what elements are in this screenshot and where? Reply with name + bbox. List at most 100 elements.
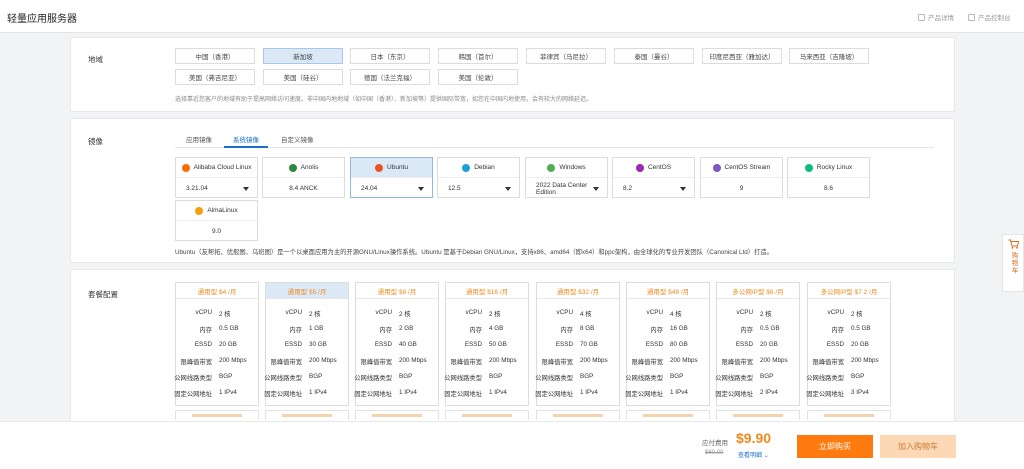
plan-title-partial xyxy=(553,414,603,417)
plan-card[interactable]: 通用型 $16 /月 vCPU 2 核内存 4 GB ESSD 50 GB 限峰值带宽 200… xyxy=(444,282,529,406)
image-version: 8.4 ANCK xyxy=(263,179,344,198)
total-price: $9.90 xyxy=(736,430,772,446)
image-name: Windows xyxy=(559,164,586,171)
region-option[interactable]: 马来西亚（吉隆坡） xyxy=(789,48,869,64)
plan-card[interactable]: 通用型 $48 /月 vCPU 4 核内存 16 GB ESSD 80 GB 限峰值带宽 20… xyxy=(625,282,710,406)
plan-card[interactable]: 通用型 $32 /月 vCPU 4 核内存 8 GB ESSD 70 GB 限峰值带宽 200… xyxy=(535,282,620,406)
plan-title-partial xyxy=(643,414,693,417)
plan-title: 通用型 $8 /月 xyxy=(356,283,438,299)
region-option[interactable]: 美国（弗吉尼亚） xyxy=(175,69,255,85)
caret-down-icon xyxy=(680,186,686,191)
image-card[interactable]: AlmaLinux 9.0 xyxy=(175,200,258,241)
plan-spec-value: 2 核 xyxy=(489,311,501,318)
image-version-value: 9.0 xyxy=(211,228,222,235)
plan-spec-value: 50 GB xyxy=(489,341,507,348)
view-details-link[interactable]: 查看明细 ⌄ xyxy=(738,450,769,459)
image-version-value: 12.5 xyxy=(448,185,461,192)
image-name: CentOS Stream xyxy=(724,164,771,171)
plan-card[interactable]: 多公网IP型 $7.2 /月 vCPU 2 核内存 0.5 GB ESSD 20 GB 限峰… xyxy=(806,282,891,406)
image-name: Alibaba Cloud Linux xyxy=(193,164,252,171)
plan-spec-key: 限峰值带宽 xyxy=(541,359,573,366)
plan-spec-key: 内存 xyxy=(379,327,392,334)
plan-card-partial[interactable] xyxy=(175,410,259,420)
region-option[interactable]: 泰国（曼谷） xyxy=(614,48,694,64)
plan-spec-value: 0.5 GB xyxy=(851,325,871,332)
image-name-row: Anolis xyxy=(263,158,344,178)
plan-spec-value: 1 IPv4 xyxy=(489,389,507,396)
image-card[interactable]: CentOS 8.2 xyxy=(612,157,695,198)
image-version-select[interactable]: 12.5 xyxy=(438,179,519,198)
plan-spec-value: 0.5 GB xyxy=(760,325,780,332)
plan-panel: 套餐配置 通用型 $4 /月 vCPU 2 核内存 0.5 GB ESSD 20 GB 限峰… xyxy=(70,269,955,429)
region-option[interactable]: 韩国（首尔） xyxy=(438,48,518,64)
plan-card[interactable]: 通用型 $8 /月 vCPU 2 核内存 2 GB ESSD 40 GB 限峰值带宽 200 … xyxy=(354,282,439,406)
plan-card-partial[interactable] xyxy=(807,410,891,420)
plan-spec-key: vCPU xyxy=(195,309,212,316)
plan-spec-value: 2 核 xyxy=(399,311,411,318)
plan-card[interactable]: 通用型 $4 /月 vCPU 2 核内存 0.5 GB ESSD 20 GB 限峰值带宽 20… xyxy=(174,282,259,406)
plan-spec-key: 内存 xyxy=(560,327,573,334)
plan-card[interactable]: 多公网IP型 $6 /月 vCPU 2 核内存 0.5 GB ESSD 20 GB 限峰值带… xyxy=(715,282,800,406)
region-option[interactable]: 美国（伦敦） xyxy=(438,69,518,85)
anolis-logo-icon xyxy=(288,163,297,172)
plan-card-partial[interactable] xyxy=(355,410,439,420)
plan-spec-value: 4 GB xyxy=(489,325,504,332)
plan-spec-key: ESSD xyxy=(194,341,212,348)
region-option[interactable]: 印度尼西亚（雅加达） xyxy=(702,48,782,64)
plan-card-partial[interactable] xyxy=(445,410,529,420)
plan-spec-value: 2 核 xyxy=(851,311,863,318)
plan-spec-value: 2 IPv4 xyxy=(760,389,778,396)
buy-now-button[interactable]: 立即购买 xyxy=(797,435,873,458)
image-card[interactable]: CentOS Stream 9 xyxy=(700,157,783,198)
centos-logo-icon xyxy=(635,163,644,172)
active-tab-indicator xyxy=(224,146,268,148)
plan-card-partial[interactable] xyxy=(716,410,800,420)
plan-card[interactable]: 通用型 $5 /月 vCPU 2 核内存 1 GB ESSD 30 GB 限峰值带宽 200 … xyxy=(264,282,349,406)
plan-spec-value: 200 Mbps xyxy=(489,357,517,364)
region-option[interactable]: 中国（香港） xyxy=(175,48,255,64)
region-option[interactable]: 日本（东京） xyxy=(350,48,430,64)
plan-spec-value: BGP xyxy=(309,373,323,380)
image-version-select[interactable]: 24.04 xyxy=(351,179,432,198)
image-version-value: 8.6 xyxy=(823,185,834,192)
plan-spec-key: ESSD xyxy=(645,341,663,348)
region-option[interactable]: 美国（硅谷） xyxy=(263,69,343,85)
plan-spec-value: 2 GB xyxy=(399,325,414,332)
image-name-row: Windows xyxy=(526,158,607,178)
region-option[interactable]: 新加坡 xyxy=(263,48,343,64)
plan-card-partial[interactable] xyxy=(265,410,349,420)
plan-spec-key: 内存 xyxy=(289,327,302,334)
region-option[interactable]: 菲律宾（马尼拉） xyxy=(526,48,606,64)
image-card[interactable]: Windows 2022 Data Center Edition xyxy=(525,157,608,198)
image-card[interactable]: Anolis 8.4 ANCK xyxy=(262,157,345,198)
product-details-link[interactable]: 产品详情 xyxy=(918,12,954,22)
image-name: AlmaLinux xyxy=(207,207,238,214)
fee-label: 应付费用 xyxy=(702,440,728,447)
plan-title-partial xyxy=(824,414,874,417)
plan-card-partial[interactable] xyxy=(536,410,620,420)
caret-down-icon xyxy=(593,186,599,191)
plan-card-partial[interactable] xyxy=(626,410,710,420)
tab-custom-image[interactable]: 自定义镜像 xyxy=(281,134,314,144)
plan-spec-key: ESSD xyxy=(464,341,482,348)
image-version-select[interactable]: 3.21.04 xyxy=(176,179,257,198)
image-card[interactable]: Alibaba Cloud Linux 3.21.04 xyxy=(175,157,258,198)
product-console-link[interactable]: 产品控制台 xyxy=(968,12,1011,22)
image-card[interactable]: Debian 12.5 xyxy=(437,157,520,198)
console-icon xyxy=(968,13,975,21)
image-version-select[interactable]: 2022 Data Center Edition xyxy=(526,179,607,198)
image-card[interactable]: Ubuntu 24.04 xyxy=(350,157,433,198)
region-label: 地域 xyxy=(88,55,103,64)
side-cart-button[interactable]: 购物车 xyxy=(1002,234,1024,292)
plan-spec-key: 公网线路类型 xyxy=(444,375,482,382)
image-card[interactable]: Rocky Linux 8.6 xyxy=(787,157,870,198)
tab-system-image[interactable]: 系统镜像 xyxy=(233,134,259,144)
image-name-row: Debian xyxy=(438,158,519,178)
add-to-cart-button[interactable]: 加入购物车 xyxy=(880,435,956,458)
tab-app-image[interactable]: 应用镜像 xyxy=(186,134,212,144)
image-version-select[interactable]: 8.2 xyxy=(613,179,694,198)
image-version: 9 xyxy=(701,179,782,198)
plan-title: 多公网IP型 $6 /月 xyxy=(717,283,799,299)
plan-title: 多公网IP型 $7.2 /月 xyxy=(808,283,890,299)
region-option[interactable]: 德国（法兰克福） xyxy=(350,69,430,85)
